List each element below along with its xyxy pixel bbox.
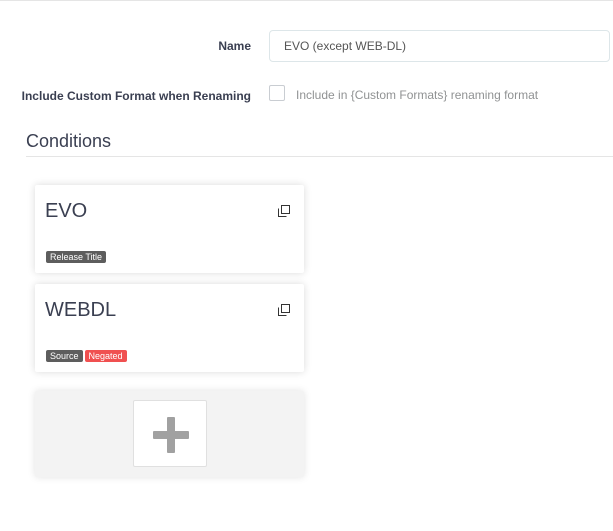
- include-custom-format-label: Include Custom Format when Renaming: [21, 89, 251, 103]
- add-condition-card: [35, 391, 304, 477]
- include-custom-format-help: Include in {Custom Formats} renaming for…: [296, 88, 539, 102]
- top-border: [0, 0, 613, 1]
- include-custom-format-checkbox[interactable]: [269, 85, 285, 101]
- add-condition-button[interactable]: [133, 400, 207, 467]
- conditions-title: Conditions: [26, 131, 112, 151]
- condition-name: EVO: [45, 200, 88, 222]
- tag-source: Source: [46, 350, 83, 362]
- clone-icon[interactable]: [278, 205, 290, 217]
- clone-icon[interactable]: [278, 304, 290, 316]
- plus-icon: [153, 417, 189, 453]
- tag-release-title: Release Title: [46, 251, 107, 263]
- condition-tags: Release Title: [46, 251, 107, 263]
- condition-card-webdl[interactable]: WEBDL Source Negated: [35, 284, 304, 372]
- name-label: Name: [218, 39, 251, 53]
- condition-card-evo[interactable]: EVO Release Title: [35, 185, 304, 273]
- section-divider: [26, 156, 613, 157]
- condition-tags: Source Negated: [46, 350, 127, 362]
- tag-negated: Negated: [84, 350, 127, 362]
- condition-name: WEBDL: [45, 299, 117, 321]
- name-input[interactable]: [269, 30, 610, 62]
